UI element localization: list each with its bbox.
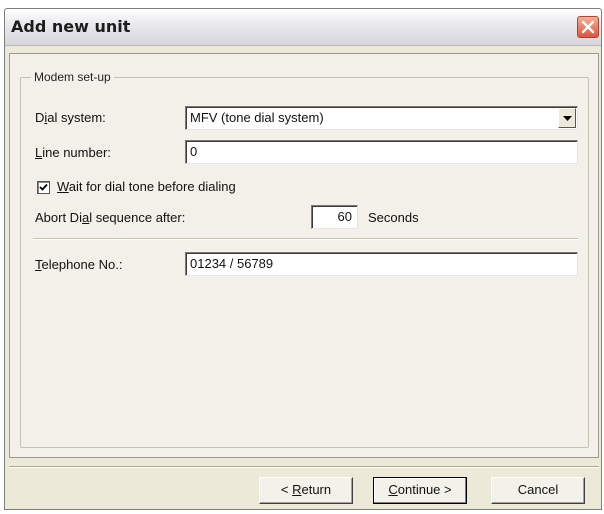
continue-button[interactable]: Continue > [373, 477, 467, 504]
footer-divider [9, 466, 599, 468]
close-icon [581, 20, 595, 34]
modem-setup-legend: Modem set-up [34, 70, 111, 84]
dial-system-label: Dial system: [35, 110, 106, 125]
dial-system-value: MFV (tone dial system) [190, 110, 324, 125]
section-divider [33, 238, 578, 240]
wait-dial-tone-checkbox[interactable] [37, 181, 50, 194]
telephone-value: 01234 / 56789 [190, 256, 274, 271]
title-bar[interactable]: Add new unit [5, 9, 601, 46]
modem-setup-group: Modem set-up Dial system: MFV (tone dial… [20, 70, 589, 448]
cancel-button[interactable]: Cancel [491, 477, 585, 504]
line-number-label: Line number: [35, 145, 111, 160]
checkmark-icon [39, 183, 48, 191]
wait-dial-tone-label[interactable]: Wait for dial tone before dialing [57, 179, 236, 194]
abort-seconds-input[interactable]: 60 [311, 205, 358, 229]
abort-seconds-value: 60 [337, 209, 352, 224]
dial-system-dropdown-button[interactable] [558, 108, 576, 128]
chevron-down-icon [563, 116, 572, 121]
add-new-unit-dialog: Add new unit Modem set-up Dial system: M… [4, 8, 602, 510]
telephone-label: Telephone No.: [35, 257, 123, 272]
window-title: Add new unit [11, 17, 131, 36]
seconds-unit-label: Seconds [368, 210, 419, 225]
line-number-input[interactable]: 0 [185, 140, 578, 164]
telephone-input[interactable]: 01234 / 56789 [185, 252, 578, 276]
close-button[interactable] [577, 16, 599, 38]
abort-dial-label: Abort Dial sequence after: [35, 210, 186, 225]
line-number-value: 0 [190, 144, 198, 159]
dialog-content: Modem set-up Dial system: MFV (tone dial… [9, 53, 599, 458]
dial-system-select[interactable]: MFV (tone dial system) [185, 106, 578, 130]
return-button[interactable]: < Return [259, 477, 353, 504]
